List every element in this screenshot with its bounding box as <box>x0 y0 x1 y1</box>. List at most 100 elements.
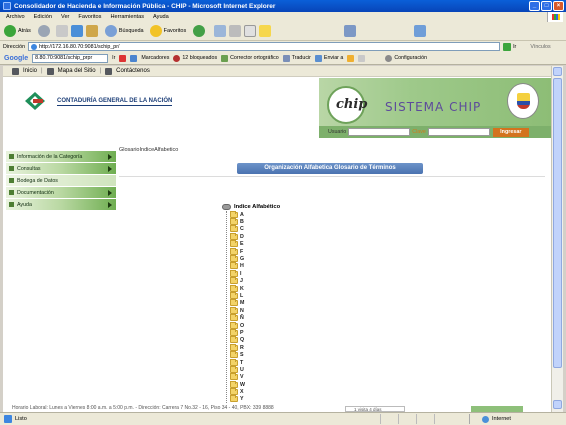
send-to-button[interactable]: Enviar a <box>314 54 343 62</box>
password-label: Clave <box>412 129 426 135</box>
tree-node[interactable]: O <box>230 321 280 329</box>
links-label[interactable]: Vínculos <box>530 44 550 50</box>
tree-node[interactable]: S <box>230 351 280 359</box>
mail-icon[interactable] <box>214 25 227 37</box>
tree-node[interactable]: T <box>230 358 280 366</box>
go-button[interactable]: Ir <box>503 42 516 51</box>
contaduria-logo-icon <box>25 92 45 110</box>
password-input[interactable] <box>427 128 490 136</box>
stop-icon[interactable] <box>55 25 68 37</box>
tree-node[interactable]: L <box>230 291 280 299</box>
messenger-icon[interactable] <box>344 25 357 37</box>
bookmarks-button[interactable]: Marcadores <box>141 55 169 61</box>
print-icon[interactable] <box>229 25 242 37</box>
tree-node[interactable]: C <box>230 225 280 233</box>
tree-node-label: U <box>240 366 244 373</box>
tree-node-label: E <box>240 241 244 248</box>
popup-blocker-button[interactable]: 12 bloqueados <box>173 54 217 62</box>
edit-icon[interactable] <box>244 25 257 37</box>
scroll-up-button[interactable] <box>553 67 562 76</box>
window-title: Consolidador de Hacienda e Información P… <box>14 2 276 10</box>
menu-bullet-icon <box>9 178 14 183</box>
menu-item-documentacion[interactable]: Documentación <box>6 187 116 198</box>
tree-node[interactable]: Y <box>230 395 280 403</box>
ie-app-icon <box>3 2 11 10</box>
tree-node[interactable]: U <box>230 365 280 373</box>
google-options-icon[interactable] <box>130 54 138 62</box>
vertical-scrollbar[interactable] <box>551 66 563 412</box>
tree-node[interactable]: H <box>230 262 280 270</box>
address-url: http://172.16.80.70:9081/schip_pr/ <box>39 43 120 50</box>
menu-ayuda[interactable]: Ayuda <box>153 14 169 20</box>
close-button[interactable]: × <box>553 1 564 11</box>
user-input[interactable] <box>348 128 411 136</box>
nav-mapa-sitio[interactable]: Mapa del Sitio <box>58 68 96 74</box>
spellcheck-button[interactable]: Corrector ortográfico <box>221 54 279 62</box>
menu-item-consultas[interactable]: Consultas <box>6 163 116 174</box>
google-go-button[interactable]: Ir <box>112 55 115 61</box>
status-bar: Listo Internet <box>0 412 566 425</box>
page-icon <box>31 43 38 50</box>
maximize-button[interactable]: □ <box>541 1 552 11</box>
folder-icon <box>230 365 238 373</box>
tree-node[interactable]: K <box>230 284 280 292</box>
nav-contactenos[interactable]: Contáctenos <box>116 68 150 74</box>
menu-item-informacion-categoria[interactable]: Información de la Categoría <box>6 151 116 162</box>
back-button[interactable]: Atrás <box>4 25 31 37</box>
favorites-button[interactable]: Favoritos <box>149 25 186 37</box>
tree-node[interactable]: I <box>230 269 280 277</box>
folder-icon[interactable] <box>259 25 272 37</box>
translate-button[interactable]: Traducir <box>282 54 311 62</box>
tree-node[interactable]: P <box>230 328 280 336</box>
content-divider <box>119 176 545 177</box>
menu-edicion[interactable]: Edición <box>34 14 52 20</box>
menu-favoritos[interactable]: Favoritos <box>78 14 101 20</box>
tree-node[interactable]: B <box>230 218 280 226</box>
home-icon[interactable] <box>85 25 98 37</box>
search-icon <box>104 25 117 37</box>
search-button[interactable]: Búsqueda <box>104 25 144 37</box>
settings-button[interactable]: Configuración <box>385 54 427 62</box>
google-logo: Google <box>4 54 29 62</box>
refresh-icon[interactable] <box>70 25 83 37</box>
google-search-input[interactable]: 8.80.70:9081/schip_prpr <box>32 53 109 63</box>
scroll-down-button[interactable] <box>553 400 562 409</box>
tree-node[interactable]: R <box>230 343 280 351</box>
tree-node[interactable]: M <box>230 299 280 307</box>
alphabet-tree: Indice Alfabético ABCDEFGHIJKLMNÑOPQRSTU… <box>222 203 280 404</box>
folder-icon <box>230 388 238 396</box>
tree-node[interactable]: Q <box>230 336 280 344</box>
menu-herramientas[interactable]: Herramientas <box>110 14 144 20</box>
highlight-icon[interactable] <box>347 54 355 62</box>
tree-node[interactable]: X <box>230 388 280 396</box>
scroll-thumb[interactable] <box>553 78 562 368</box>
tree-node[interactable]: N <box>230 306 280 314</box>
menu-item-ayuda[interactable]: Ayuda <box>6 199 116 210</box>
menu-item-bodega-datos[interactable]: Bodega de Datos <box>6 175 116 186</box>
tree-node[interactable]: E <box>230 240 280 248</box>
tree-list: ABCDEFGHIJKLMNÑOPQRSTUVWXY <box>226 210 280 404</box>
tree-node[interactable]: G <box>230 255 280 263</box>
page-info-icon[interactable] <box>358 54 366 62</box>
google-icon[interactable] <box>119 54 127 62</box>
tree-node[interactable]: F <box>230 247 280 255</box>
tree-node-label: B <box>240 219 244 226</box>
folder-icon <box>230 277 238 285</box>
tree-node[interactable]: W <box>230 380 280 388</box>
tree-node[interactable]: A <box>230 210 280 218</box>
minimize-button[interactable]: _ <box>529 1 540 11</box>
tree-node[interactable]: D <box>230 232 280 240</box>
login-button[interactable]: Ingresar <box>492 127 529 137</box>
tree-node-label: L <box>240 292 244 299</box>
menu-archivo[interactable]: Archivo <box>6 14 25 20</box>
window-titlebar: Consolidador de Hacienda e Información P… <box>0 0 566 12</box>
tree-node[interactable]: J <box>230 277 280 285</box>
nav-inicio[interactable]: Inicio <box>23 68 37 74</box>
tree-node[interactable]: V <box>230 373 280 381</box>
forward-button[interactable] <box>37 25 50 37</box>
tree-node[interactable]: Ñ <box>230 314 280 322</box>
address-input[interactable]: http://172.16.80.70:9081/schip_pr/ <box>28 42 501 51</box>
toolbar-extra-icon[interactable] <box>414 25 427 37</box>
menu-ver[interactable]: Ver <box>61 14 69 20</box>
history-icon[interactable] <box>193 25 206 37</box>
